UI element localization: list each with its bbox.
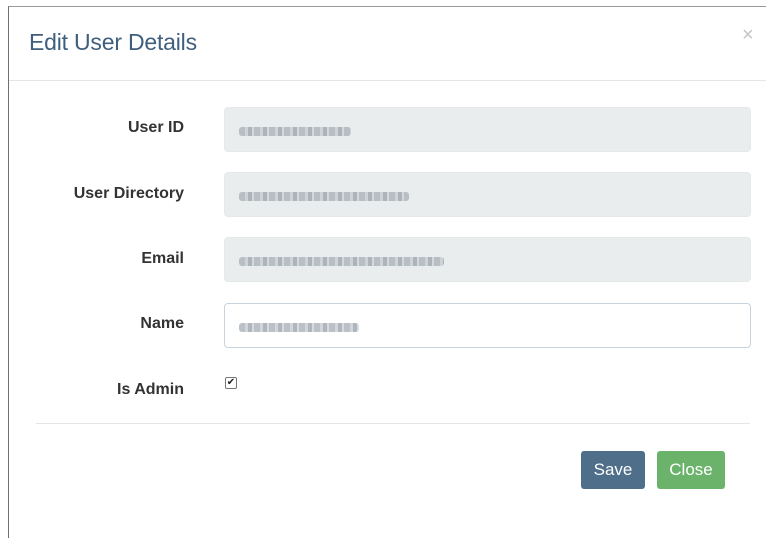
- user-directory-label: User Directory: [73, 185, 184, 202]
- user-directory-field: [224, 172, 751, 217]
- user-id-label: User ID: [127, 119, 184, 136]
- redacted-email: [239, 256, 444, 266]
- is-admin-checkbox[interactable]: ✔: [225, 377, 237, 389]
- close-button[interactable]: Close: [657, 451, 725, 489]
- is-admin-label: Is Admin: [117, 381, 184, 398]
- name-input[interactable]: [224, 303, 751, 348]
- save-button[interactable]: Save: [581, 451, 645, 489]
- redacted-name: [239, 322, 359, 332]
- email-field: [224, 237, 751, 282]
- dialog-title: Edit User Details: [29, 29, 197, 55]
- close-icon[interactable]: ×: [742, 25, 754, 45]
- dialog-header: Edit User Details ×: [9, 7, 766, 81]
- footer-divider: [36, 423, 750, 424]
- redacted-user-directory: [239, 191, 409, 201]
- edit-user-dialog: Edit User Details × User ID User Directo…: [8, 6, 766, 538]
- user-id-field: [224, 107, 751, 152]
- email-label: Email: [141, 250, 184, 267]
- redacted-user-id: [239, 126, 351, 136]
- name-label: Name: [140, 315, 184, 332]
